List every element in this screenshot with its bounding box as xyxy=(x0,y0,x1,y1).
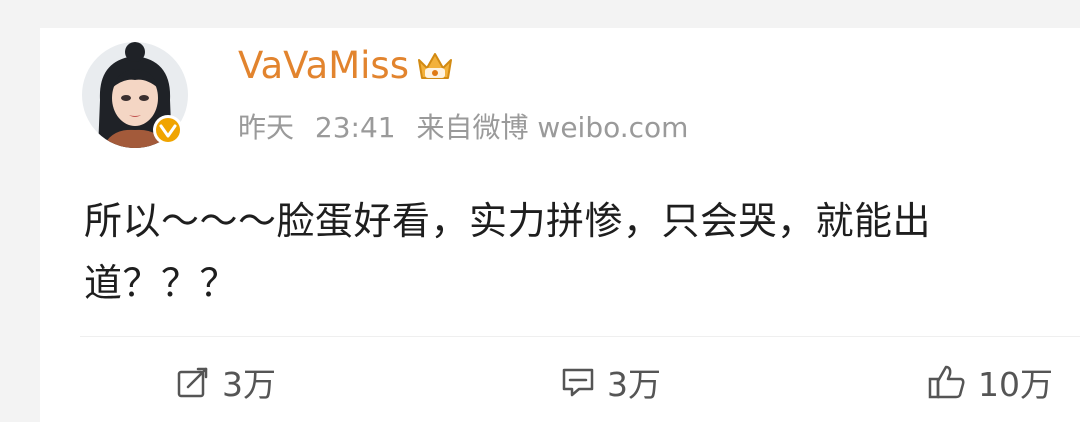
avatar-illustration xyxy=(82,42,188,148)
comment-button[interactable]: 3万 xyxy=(559,358,661,406)
action-bar: 3万 3万 10万 xyxy=(40,358,1080,418)
repost-button[interactable]: 3万 xyxy=(174,358,276,406)
avatar[interactable] xyxy=(80,40,190,150)
post-date: 昨天 xyxy=(238,111,295,144)
username-link[interactable]: VaVaMiss xyxy=(238,44,409,88)
weibo-post-card: VaVaMiss 昨天 23:41 来自微博 weibo.com 所以～～～脸蛋… xyxy=(40,28,1080,422)
crown-icon[interactable] xyxy=(415,48,455,84)
post-time: 23:41 xyxy=(314,111,396,144)
repost-icon xyxy=(177,367,208,398)
repost-count: 3万 xyxy=(222,365,276,404)
post-author: VaVaMiss xyxy=(238,44,455,88)
comment-count: 3万 xyxy=(607,365,661,404)
thumbs-up-icon xyxy=(928,365,965,399)
divider xyxy=(80,336,1080,337)
like-count: 10万 xyxy=(978,365,1053,404)
post-content: 所以～～～脸蛋好看，实力拼惨，只会哭，就能出道？？？ xyxy=(84,199,932,305)
post-source: 来自微博 weibo.com xyxy=(416,111,689,144)
verified-badge-icon xyxy=(153,115,183,145)
like-button[interactable]: 10万 xyxy=(926,358,1053,406)
comment-icon xyxy=(562,368,594,397)
post-meta: 昨天 23:41 来自微博 weibo.com xyxy=(238,110,700,146)
